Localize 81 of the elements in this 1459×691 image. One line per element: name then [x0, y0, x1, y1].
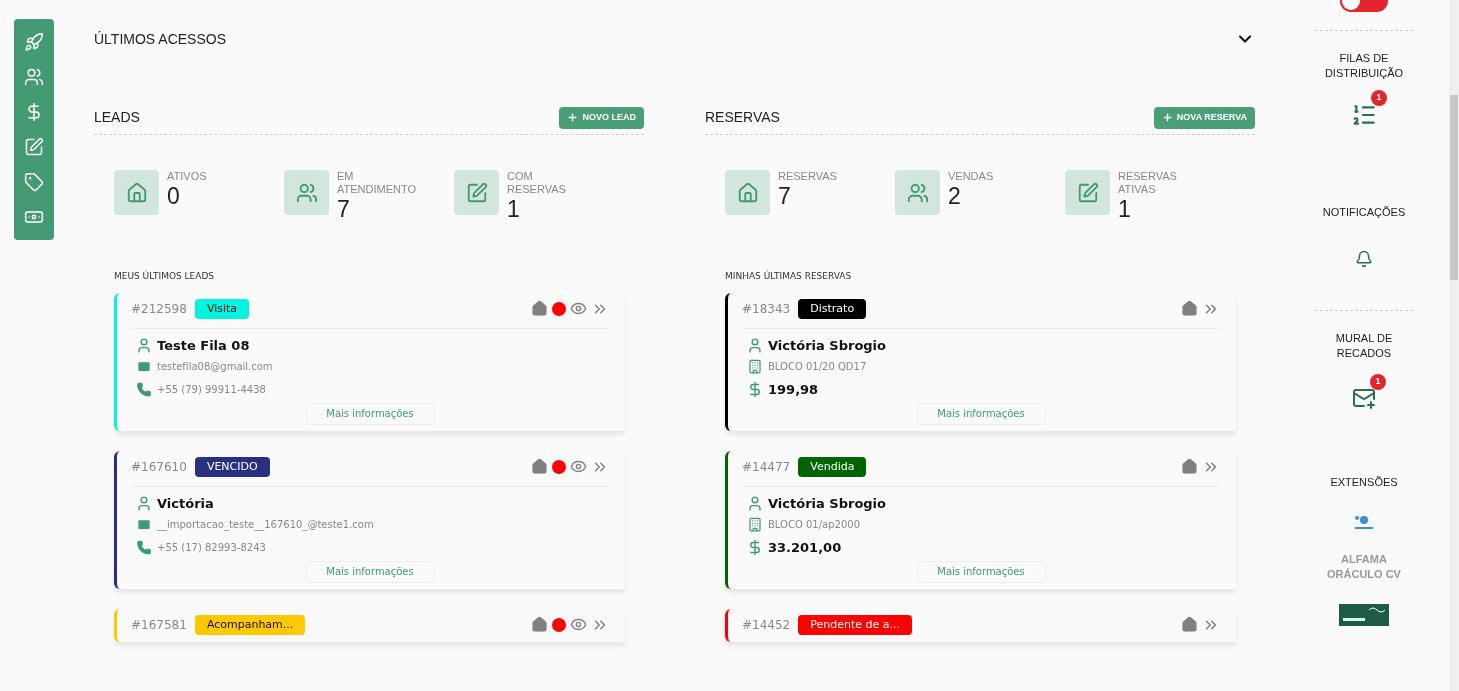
home-icon[interactable] — [531, 300, 548, 317]
stat-value: 1 — [507, 196, 521, 222]
rocket-icon[interactable] — [24, 32, 44, 52]
add-button[interactable]: NOVA RESERVA — [1153, 106, 1255, 129]
extension-logo-icon[interactable] — [1353, 514, 1375, 532]
panel-title: NOTIFICAÇÕES — [1321, 205, 1407, 220]
edit-icon[interactable] — [24, 137, 44, 157]
document-icon — [454, 170, 499, 215]
upsell-logo-icon[interactable] — [1339, 604, 1389, 626]
stat-label: VENDAS — [948, 170, 995, 183]
eye-icon[interactable] — [570, 300, 587, 317]
users-icon[interactable] — [24, 67, 44, 87]
status-tag: Vendida — [798, 456, 867, 477]
status-tag: VENCIDO — [194, 456, 270, 477]
card-id: #14452 — [742, 616, 791, 634]
document-icon — [1065, 170, 1110, 215]
panel-title: MURAL DE RECADOS — [1334, 331, 1394, 361]
stat-label: RESERVAS — [778, 170, 838, 183]
plus-icon — [567, 112, 579, 123]
section-title: RESERVAS — [705, 108, 780, 127]
stat-label: ATIVOS — [167, 170, 208, 183]
email-text: testefila08@gmail.com — [157, 360, 273, 374]
plus-icon — [1161, 112, 1173, 123]
house-icon — [114, 170, 159, 215]
stat-value: 7 — [337, 196, 351, 222]
panel-title: EXTENSÕES — [1329, 475, 1399, 490]
stat-value: 7 — [778, 183, 792, 209]
contact-name: Victória — [157, 494, 214, 513]
more-info-button[interactable]: Mais informações — [305, 402, 435, 425]
unit-text: BLOCO 01/20 QD17 — [768, 360, 867, 374]
phone-text: +55 (79) 99911-4438 — [157, 383, 266, 397]
phone-text: +55 (17) 82993-8243 — [157, 541, 266, 555]
section-title: LEADS — [94, 108, 140, 127]
more-info-button[interactable]: Mais informações — [305, 560, 435, 583]
more-info-button[interactable]: Mais informações — [916, 560, 1046, 583]
card-id: #212598 — [131, 300, 187, 318]
list-title: MINHAS ÚLTIMAS RESERVAS — [725, 270, 853, 283]
eye-icon[interactable] — [570, 616, 587, 633]
panel-title: FILAS DE DISTRIBUIÇÃO — [1323, 51, 1405, 81]
home-icon[interactable] — [531, 458, 548, 475]
home-icon[interactable] — [531, 616, 548, 633]
status-tag: Pendente de a... — [798, 614, 912, 635]
more-info-button[interactable]: Mais informações — [916, 402, 1046, 425]
bell-icon[interactable] — [1355, 250, 1373, 268]
stat-value: 2 — [948, 183, 962, 209]
people-icon — [284, 170, 329, 215]
email-text: __importacao_teste__167610_@teste1.com — [157, 518, 374, 532]
status-tag: Distrato — [798, 298, 867, 319]
eye-icon[interactable] — [570, 458, 587, 475]
list-title: MEUS ÚLTIMOS LEADS — [114, 270, 216, 283]
card-id: #18343 — [742, 300, 791, 318]
people-icon — [895, 170, 940, 215]
stat-value: 1 — [1118, 196, 1132, 222]
status-tag: Acompanham... — [194, 614, 306, 635]
card-id: #167610 — [131, 458, 187, 476]
stat-label: EM ATENDIMENTO — [337, 170, 417, 196]
count-badge: 1 — [1371, 90, 1387, 106]
envelope-icon[interactable] — [1352, 386, 1376, 410]
stat-label: COM RESERVAS — [507, 170, 567, 196]
extension-name[interactable]: ALFAMA ORÁCULO CV — [1314, 552, 1414, 582]
status-tag: Visita — [194, 298, 250, 319]
stat-value: 0 — [167, 183, 181, 209]
house-icon — [725, 170, 770, 215]
home-icon[interactable] — [1181, 300, 1198, 317]
contact-name: Victória Sbrogio — [768, 336, 886, 355]
scrollbar-thumb[interactable] — [1450, 95, 1458, 280]
count-badge: 1 — [1370, 374, 1386, 390]
unit-text: BLOCO 01/ap2000 — [768, 518, 860, 532]
numbered-list-icon[interactable] — [1351, 102, 1377, 128]
card-id: #14477 — [742, 458, 791, 476]
contact-name: Teste Fila 08 — [157, 336, 250, 355]
add-button[interactable]: NOVO LEAD — [559, 106, 644, 129]
tag-icon[interactable] — [24, 172, 44, 192]
stat-label: RESERVAS ATIVAS — [1118, 170, 1178, 196]
home-icon[interactable] — [1181, 616, 1198, 633]
contact-name: Victória Sbrogio — [768, 494, 886, 513]
price-text: 199,98 — [768, 380, 819, 399]
home-icon[interactable] — [1181, 458, 1198, 475]
section-title: ÚLTIMOS ACESSOS — [94, 29, 226, 49]
card-id: #167581 — [131, 616, 187, 634]
price-text: 33.201,00 — [768, 538, 842, 557]
